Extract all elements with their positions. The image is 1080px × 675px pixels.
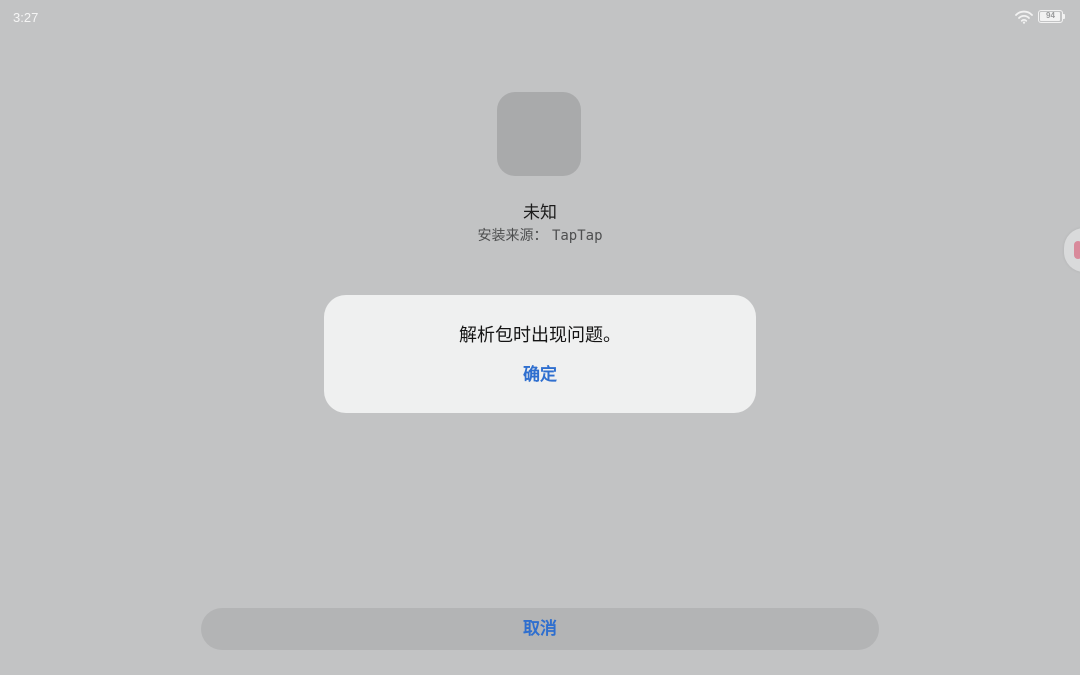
wifi-icon — [1015, 10, 1033, 24]
app-icon — [497, 92, 581, 176]
cancel-button[interactable]: 取消 — [201, 608, 879, 650]
status-bar: 3:27 94 — [0, 0, 1080, 36]
install-source-value: TapTap — [551, 228, 603, 244]
install-source: 安装来源： TapTap — [0, 225, 1080, 245]
dialog-message: 解析包时出现问题。 — [459, 325, 621, 346]
ok-button[interactable]: 确定 — [490, 359, 590, 391]
edge-handle-icon — [1074, 241, 1080, 259]
status-time: 3:27 — [13, 10, 39, 25]
battery-icon: 94 — [1038, 10, 1063, 23]
battery-level: 94 — [1046, 11, 1055, 20]
battery-tip — [1063, 14, 1065, 19]
install-source-label: 安装来源： — [477, 228, 548, 244]
app-name: 未知 — [523, 203, 557, 223]
error-dialog: 解析包时出现问题。 确定 — [324, 295, 756, 413]
